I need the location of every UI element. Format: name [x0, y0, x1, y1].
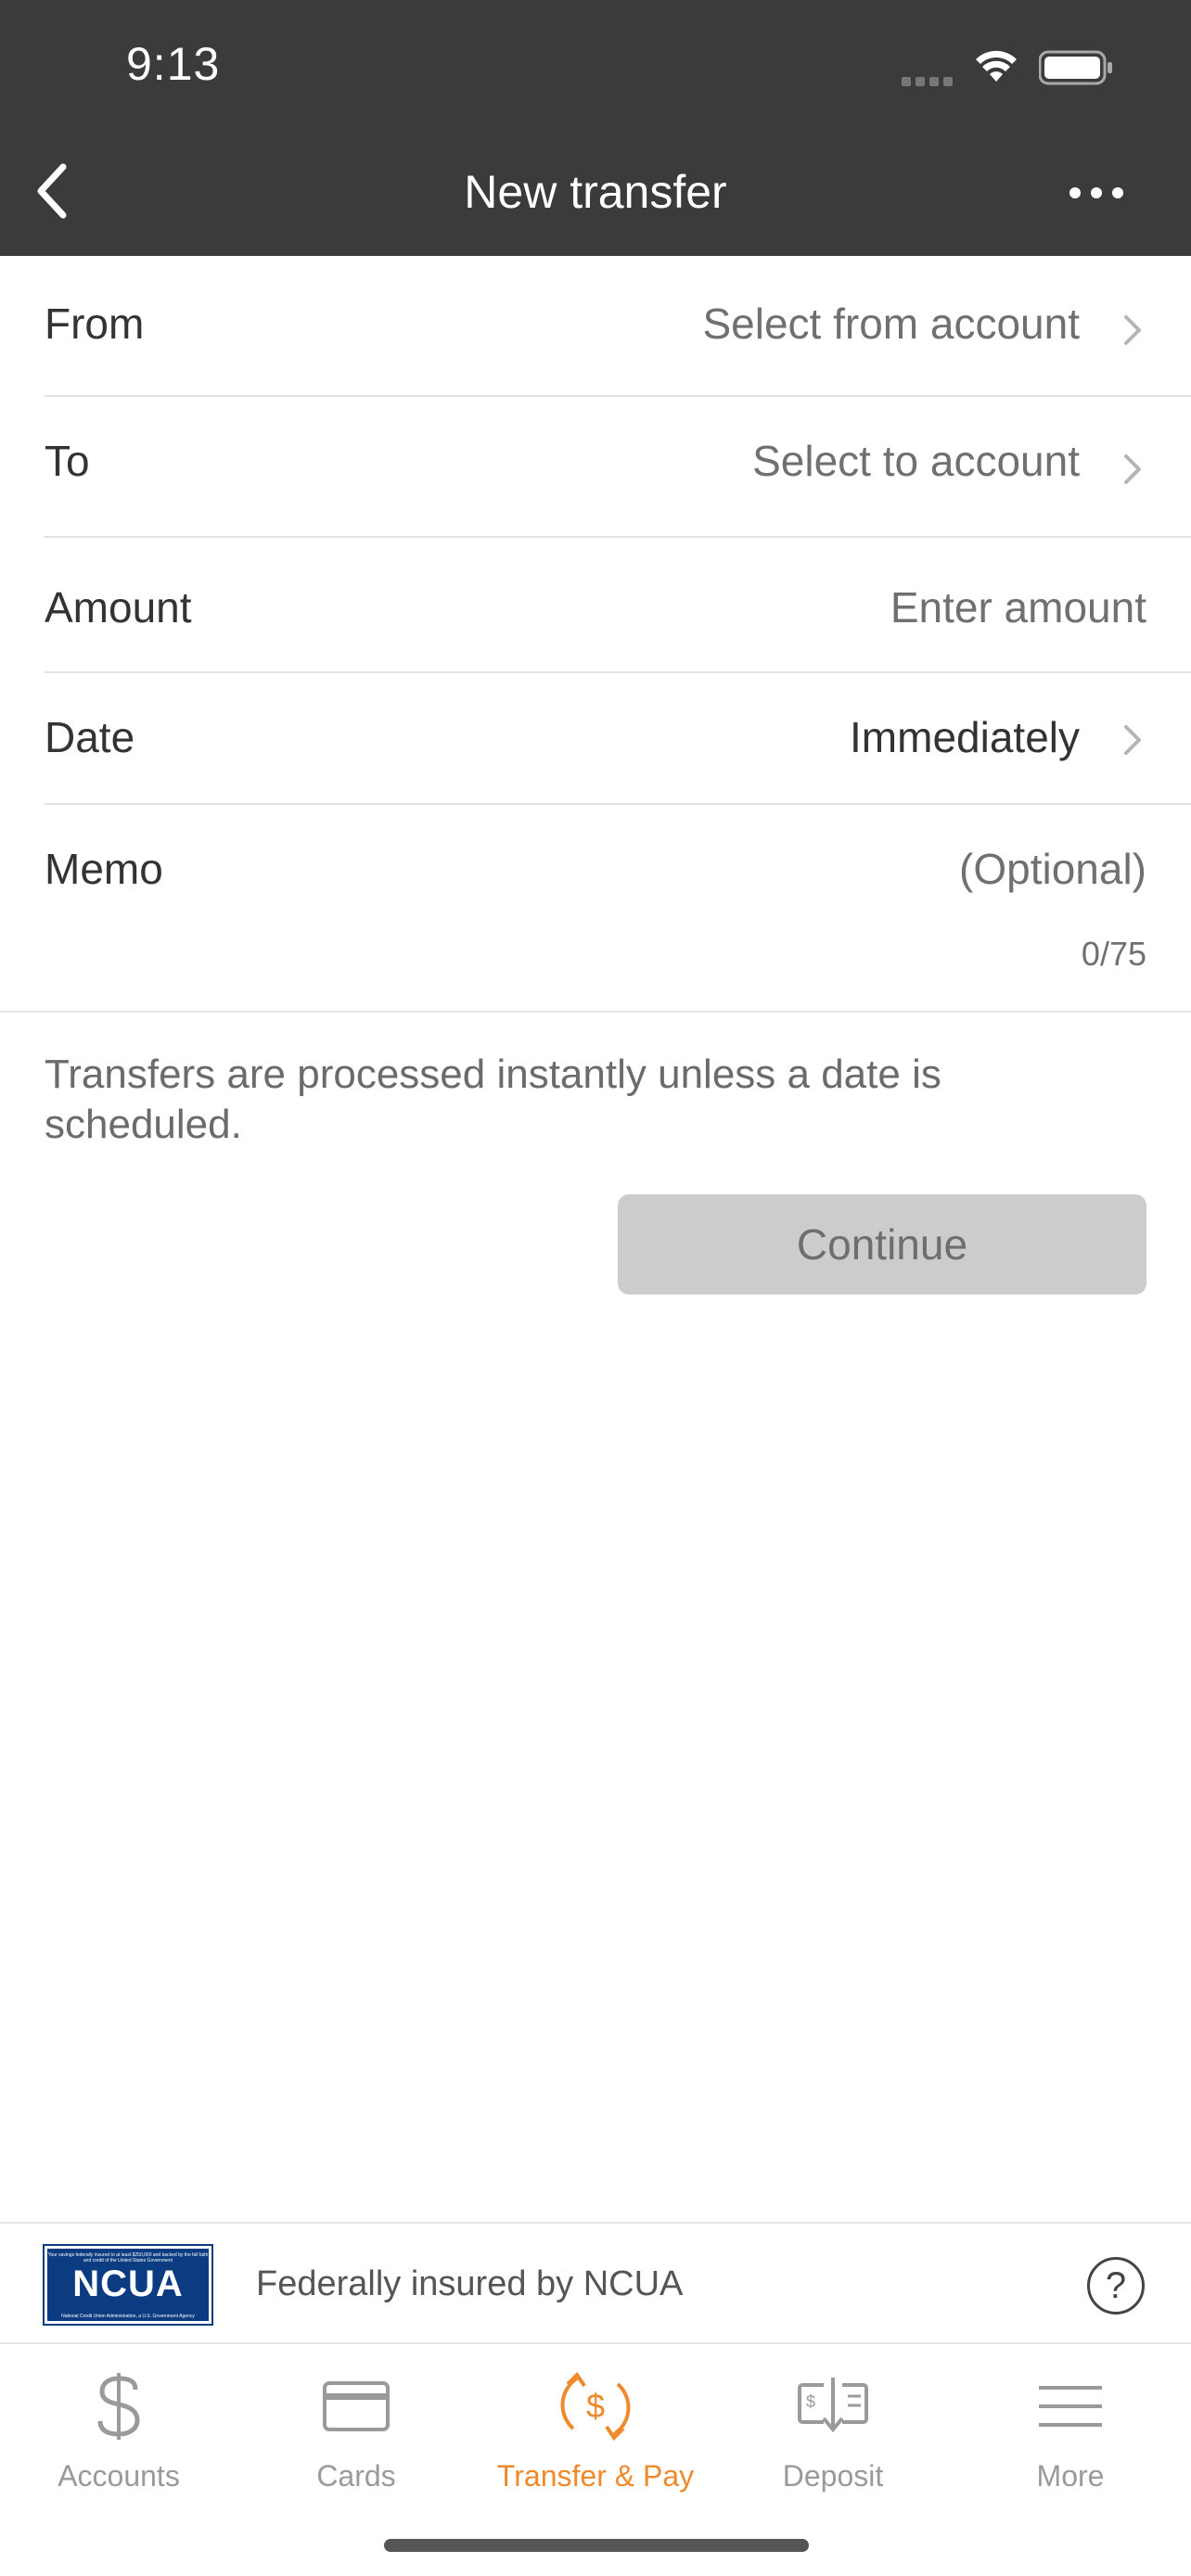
- amount-label: Amount: [45, 583, 192, 631]
- tab-accounts-label: Accounts: [58, 2459, 180, 2493]
- from-label: From: [45, 300, 145, 348]
- chevron-right-icon: [1124, 454, 1141, 484]
- svg-text:$: $: [586, 2387, 605, 2425]
- wifi-icon: [976, 50, 1017, 82]
- ncua-logo-tagline: Your savings federally insured to at lea…: [47, 2252, 209, 2264]
- amount-input[interactable]: Enter amount: [890, 582, 1146, 632]
- ncua-logo: Your savings federally insured to at lea…: [43, 2244, 213, 2326]
- date-row[interactable]: Date Immediately: [0, 673, 1191, 803]
- amount-row[interactable]: Amount Enter amount: [0, 538, 1191, 671]
- battery-icon: [1039, 50, 1112, 85]
- top-bar: 9:13 New transfer: [0, 0, 1191, 256]
- svg-text:$: $: [806, 2392, 815, 2411]
- transfer-pay-icon: $: [554, 2365, 637, 2448]
- menu-icon: [1029, 2365, 1112, 2448]
- card-icon: [314, 2365, 398, 2448]
- ncua-bar: Your savings federally insured to at lea…: [0, 2222, 1191, 2344]
- status-time: 9:13: [126, 38, 221, 90]
- to-label: To: [45, 437, 90, 485]
- divider: [0, 1011, 1191, 1013]
- memo-label: Memo: [45, 845, 163, 893]
- to-row[interactable]: To Select to account: [0, 397, 1191, 536]
- tab-transfer-pay[interactable]: $ Transfer & Pay: [477, 2346, 714, 2513]
- date-label: Date: [45, 713, 135, 761]
- ellipsis-icon: [1069, 187, 1123, 198]
- chevron-right-icon: [1124, 725, 1141, 755]
- deposit-check-icon: $: [791, 2365, 875, 2448]
- date-value: Immediately: [850, 713, 1080, 761]
- tab-cards[interactable]: Cards: [237, 2346, 475, 2513]
- from-account-value: Select from account: [702, 300, 1080, 348]
- ncua-logo-text: NCUA: [72, 2264, 184, 2304]
- continue-button[interactable]: Continue: [618, 1194, 1146, 1294]
- more-options-button[interactable]: [1057, 167, 1135, 219]
- cellular-signal-icon: [902, 74, 959, 86]
- tab-deposit[interactable]: $ Deposit: [714, 2346, 952, 2513]
- memo-row[interactable]: Memo (Optional) 0/75: [0, 805, 1191, 1011]
- transfer-info-text: Transfers are processed instantly unless…: [45, 1052, 941, 1147]
- dollar-icon: [77, 2365, 160, 2448]
- page-title: New transfer: [464, 166, 727, 218]
- home-indicator: [384, 2539, 809, 2552]
- ncua-insured-text: Federally insured by NCUA: [256, 2264, 684, 2303]
- memo-input[interactable]: (Optional): [959, 844, 1146, 894]
- help-icon[interactable]: ?: [1087, 2257, 1145, 2315]
- chevron-right-icon: [1124, 315, 1141, 345]
- ncua-logo-agency: National Credit Union Administration, a …: [61, 2314, 195, 2319]
- tab-cards-label: Cards: [316, 2459, 396, 2493]
- tab-accounts[interactable]: Accounts: [0, 2346, 237, 2513]
- memo-character-counter: 0/75: [1081, 935, 1146, 973]
- screen: 9:13 New transfer From Select from accou…: [0, 0, 1191, 2576]
- tab-more[interactable]: More: [952, 2346, 1189, 2513]
- tab-transfer-pay-label: Transfer & Pay: [496, 2459, 695, 2493]
- tab-more-label: More: [1036, 2459, 1105, 2493]
- from-row[interactable]: From Select from account: [0, 256, 1191, 397]
- tab-deposit-label: Deposit: [782, 2459, 884, 2493]
- to-account-value: Select to account: [752, 437, 1080, 485]
